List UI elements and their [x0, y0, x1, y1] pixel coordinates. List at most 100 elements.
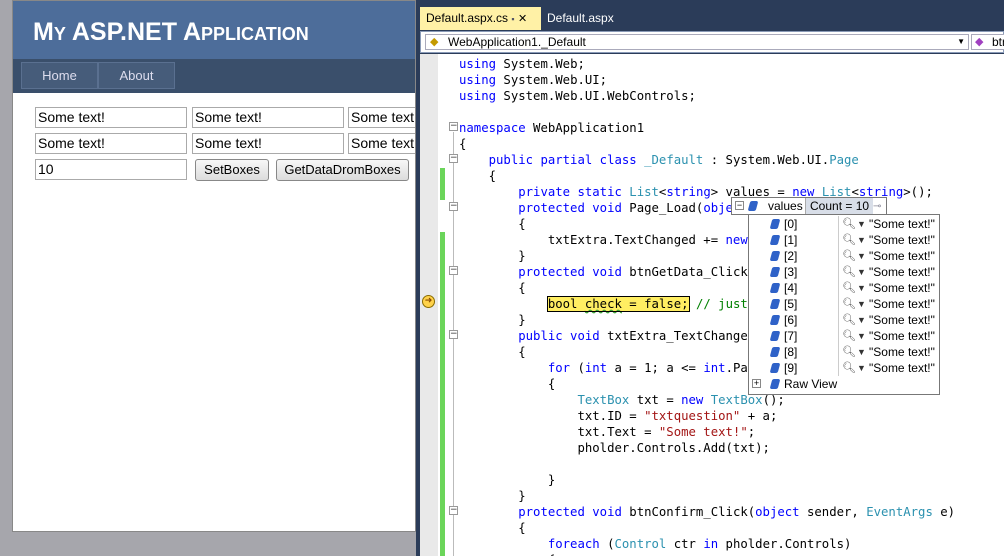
datatip-row[interactable]: [0] 🔍︎ ▼ "Some text!" — [749, 216, 939, 232]
code-line[interactable]: protected void Page_Load(object — [459, 200, 748, 216]
datatip-value[interactable]: "Some text!" — [869, 296, 935, 312]
chevron-down-icon[interactable]: ▼ — [857, 344, 866, 360]
collapse-icon[interactable]: − — [449, 266, 458, 275]
code-token: txt = — [629, 393, 682, 407]
datatip-index: [2] — [784, 249, 798, 263]
code-line[interactable]: using System.Web; — [459, 56, 585, 72]
magnifier-icon[interactable]: 🔍︎ — [842, 360, 856, 376]
nav-home[interactable]: Home — [21, 62, 98, 89]
code-line[interactable]: public partial class _Default : System.W… — [459, 152, 859, 168]
code-line[interactable]: bool check = false; // just b — [459, 296, 763, 312]
chevron-down-icon[interactable]: ▼ — [857, 360, 866, 376]
collapse-icon[interactable]: − — [449, 122, 458, 131]
datatip-value[interactable]: "Some text!" — [869, 248, 935, 264]
get-data-button[interactable]: GetDataDromBoxes — [276, 159, 409, 181]
code-line[interactable]: txt.ID = "txtquestion" + a; — [459, 408, 777, 424]
pin-icon[interactable]: ⊸ — [873, 199, 881, 215]
datatip-value[interactable]: "Some text!" — [869, 344, 935, 360]
datatip-row[interactable]: [4] 🔍︎ ▼ "Some text!" — [749, 280, 939, 296]
collapse-icon[interactable]: − — [449, 506, 458, 515]
code-line[interactable]: foreach (Control ctr in pholder.Controls… — [459, 536, 852, 552]
magnifier-icon[interactable]: 🔍︎ — [842, 232, 856, 248]
datatip-value[interactable]: "Some text!" — [869, 360, 935, 376]
code-token: using System.Web.UI.WebControls; — [459, 89, 696, 103]
datatip-row[interactable]: [1] 🔍︎ ▼ "Some text!" — [749, 232, 939, 248]
code-line[interactable]: protected void btnGetData_Click(o — [459, 264, 762, 280]
datatip-value[interactable]: "Some text!" — [869, 232, 935, 248]
tab-default-aspx[interactable]: Default.aspx — [541, 7, 620, 30]
datatip-row[interactable]: [6] 🔍︎ ▼ "Some text!" — [749, 312, 939, 328]
code-line[interactable]: protected void btnConfirm_Click(object s… — [459, 504, 955, 520]
code-line[interactable]: pholder.Controls.Add(txt); — [459, 440, 770, 456]
datatip-row[interactable]: [5] 🔍︎ ▼ "Some text!" — [749, 296, 939, 312]
expand-icon[interactable]: + — [752, 379, 761, 388]
code-line[interactable]: { — [459, 344, 525, 360]
text-box[interactable]: Some text! — [348, 133, 415, 154]
code-line[interactable]: namespace WebApplication1 — [459, 120, 644, 136]
datatip-value[interactable]: "Some text!" — [869, 312, 935, 328]
code-line[interactable]: { — [459, 552, 555, 556]
magnifier-icon[interactable]: 🔍︎ — [842, 216, 856, 232]
code-token: WebApplication1 — [525, 121, 645, 135]
text-box[interactable]: Some text! — [192, 133, 344, 154]
datatip-row[interactable]: [3] 🔍︎ ▼ "Some text!" — [749, 264, 939, 280]
code-line[interactable]: } — [459, 248, 525, 264]
code-line[interactable]: { — [459, 520, 525, 536]
code-line[interactable]: txt.Text = "Some text!"; — [459, 424, 755, 440]
datatip-value[interactable]: "Some text!" — [869, 328, 935, 344]
set-boxes-button[interactable]: SetBoxes — [195, 159, 269, 181]
code-line[interactable]: for (int a = 1; a <= int.Pars — [459, 360, 763, 376]
code-token: } — [459, 489, 526, 503]
code-line[interactable]: } — [459, 488, 526, 504]
code-line[interactable]: txtExtra.TextChanged += new Ev — [459, 232, 770, 248]
datatip-row[interactable]: [7] 🔍︎ ▼ "Some text!" — [749, 328, 939, 344]
code-line[interactable]: { — [459, 376, 555, 392]
chevron-down-icon[interactable]: ▼ — [857, 280, 866, 296]
text-box[interactable]: Some text! — [348, 107, 415, 128]
code-line[interactable]: { — [459, 168, 496, 184]
member-dropdown[interactable]: ◆ btn — [971, 34, 1004, 50]
chevron-down-icon[interactable]: ▼ — [857, 312, 866, 328]
collapse-icon[interactable]: − — [449, 202, 458, 211]
code-line[interactable]: { — [459, 136, 466, 152]
magnifier-icon[interactable]: 🔍︎ — [842, 296, 856, 312]
magnifier-icon[interactable]: 🔍︎ — [842, 312, 856, 328]
debugger-datatip[interactable]: − values Count = 10 ⊸ [0] 🔍︎ ▼ "Some text!"… — [731, 197, 940, 395]
code-line[interactable]: public void txtExtra_TextChanged( — [459, 328, 762, 344]
datatip-value[interactable]: "Some text!" — [869, 264, 935, 280]
text-box[interactable]: Some text! — [35, 107, 187, 128]
datatip-row[interactable]: [9] 🔍︎ ▼ "Some text!" — [749, 360, 939, 376]
magnifier-icon[interactable]: 🔍︎ — [842, 264, 856, 280]
collapse-icon[interactable]: − — [449, 330, 458, 339]
close-icon[interactable]: ✕ — [518, 13, 527, 25]
code-line[interactable]: { — [459, 216, 525, 232]
tab-default-aspx-cs[interactable]: Default.aspx.cs ▪ ✕ — [420, 7, 541, 30]
magnifier-icon[interactable]: 🔍︎ — [842, 344, 856, 360]
datatip-value[interactable]: "Some text!" — [869, 280, 935, 296]
chevron-down-icon[interactable]: ▼ — [857, 216, 866, 232]
magnifier-icon[interactable]: 🔍︎ — [842, 280, 856, 296]
text-box[interactable]: Some text! — [192, 107, 344, 128]
datatip-row[interactable]: [2] 🔍︎ ▼ "Some text!" — [749, 248, 939, 264]
collapse-icon[interactable]: − — [449, 154, 458, 163]
text-box[interactable]: Some text! — [35, 133, 187, 154]
datatip-value[interactable]: "Some text!" — [869, 216, 935, 232]
extra-input[interactable]: 10 — [35, 159, 187, 180]
nav-about[interactable]: About — [98, 62, 175, 89]
collapse-icon[interactable]: − — [735, 201, 744, 210]
chevron-down-icon[interactable]: ▼ — [857, 328, 866, 344]
magnifier-icon[interactable]: 🔍︎ — [842, 328, 856, 344]
datatip-row[interactable]: [8] 🔍︎ ▼ "Some text!" — [749, 344, 939, 360]
chevron-down-icon[interactable]: ▼ — [857, 264, 866, 280]
raw-view-row[interactable]: + Raw View — [749, 376, 939, 392]
class-dropdown[interactable]: ◆ WebApplication1._Default ▼ — [425, 34, 969, 50]
chevron-down-icon[interactable]: ▼ — [857, 248, 866, 264]
magnifier-icon[interactable]: 🔍︎ — [842, 248, 856, 264]
chevron-down-icon[interactable]: ▼ — [857, 296, 866, 312]
code-line[interactable]: using System.Web.UI.WebControls; — [459, 88, 696, 104]
code-line[interactable]: { — [459, 280, 525, 296]
code-line[interactable]: using System.Web.UI; — [459, 72, 607, 88]
code-line[interactable]: } — [459, 472, 555, 488]
code-line[interactable]: } — [459, 312, 525, 328]
chevron-down-icon[interactable]: ▼ — [857, 232, 866, 248]
